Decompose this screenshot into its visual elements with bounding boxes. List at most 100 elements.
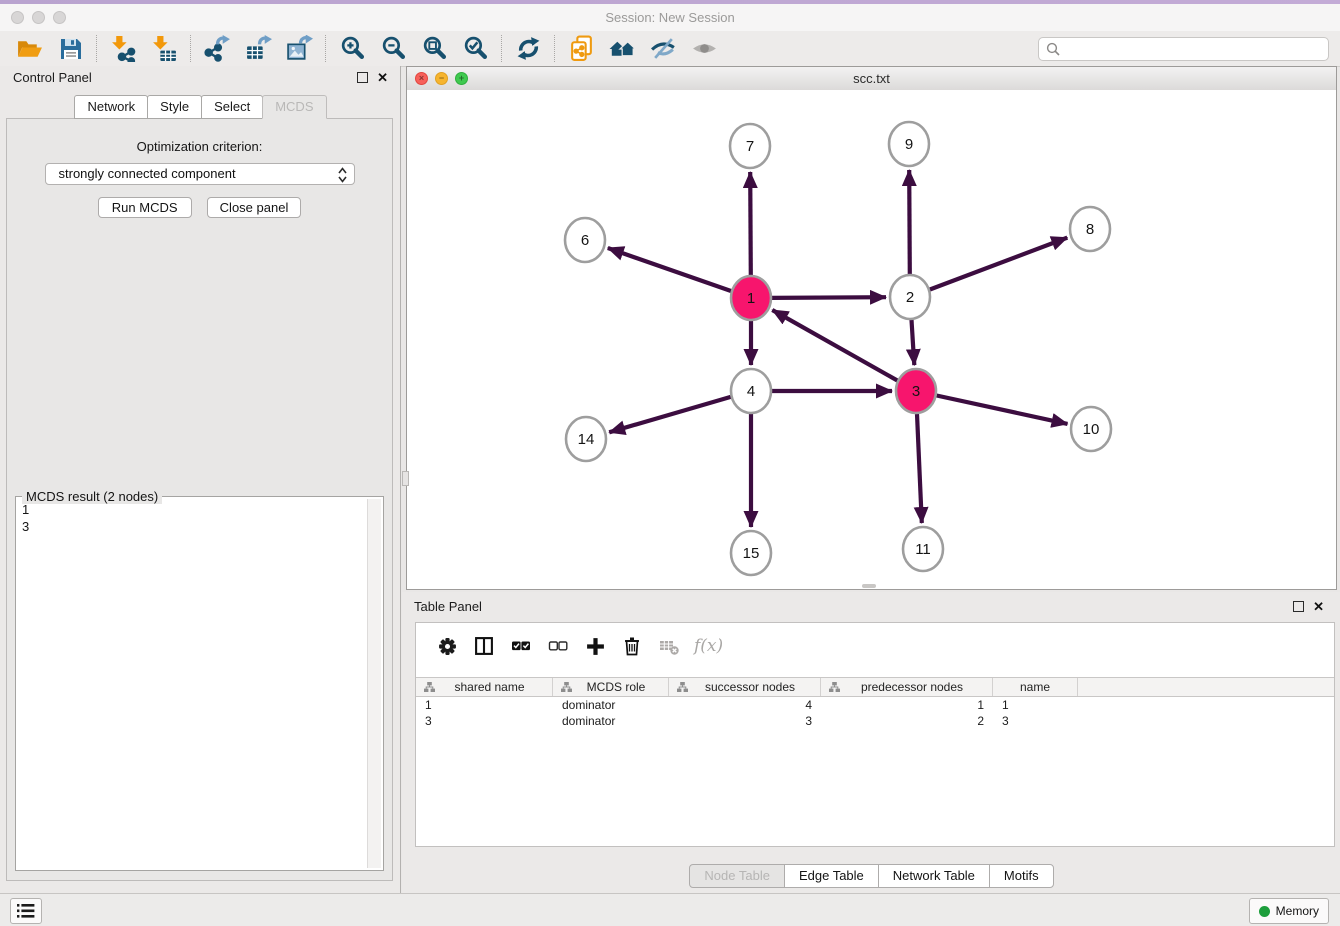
graph-edge-3-1[interactable] (772, 310, 897, 381)
window-resize-grip[interactable] (862, 584, 876, 588)
import-table-button[interactable] (151, 35, 178, 62)
graph-node-15[interactable]: 15 (731, 531, 771, 575)
close-panel-button[interactable]: Close panel (207, 197, 302, 218)
window-title: Session: New Session (0, 4, 1340, 31)
select-all-columns-button[interactable] (509, 634, 533, 658)
table-cell[interactable]: dominator (553, 697, 669, 713)
optimization-criterion-select[interactable]: strongly connected component (45, 163, 355, 185)
graph-edge-3-10[interactable] (937, 396, 1068, 424)
tab-style[interactable]: Style (147, 95, 202, 119)
graph-node-11[interactable]: 11 (903, 527, 943, 571)
show-column-panel-button[interactable] (472, 634, 496, 658)
result-line: 3 (22, 518, 367, 535)
graph-node-8[interactable]: 8 (1070, 207, 1110, 251)
run-mcds-button[interactable]: Run MCDS (98, 197, 192, 218)
export-table-button[interactable] (245, 35, 272, 62)
unchecked-boxes-icon (548, 636, 568, 656)
import-network-button[interactable] (110, 35, 137, 62)
deselect-all-columns-button[interactable] (546, 634, 570, 658)
tab-motifs[interactable]: Motifs (989, 864, 1054, 888)
tab-edge-table[interactable]: Edge Table (784, 864, 879, 888)
zoom-fit-button[interactable] (421, 35, 448, 62)
graph-edge-1-7[interactable] (750, 172, 751, 275)
open-session-button[interactable] (16, 35, 43, 62)
graph-edge-1-2[interactable] (772, 297, 886, 298)
memory-button[interactable]: Memory (1249, 898, 1329, 924)
table-header-row: shared nameMCDS rolesuccessor nodesprede… (416, 677, 1334, 697)
graph-node-6[interactable]: 6 (565, 218, 605, 262)
splitter-handle[interactable] (402, 471, 409, 486)
mcds-result-scrollbar[interactable] (367, 499, 381, 868)
minimize-window-button[interactable] (32, 11, 45, 24)
toolbar-separator (96, 35, 98, 62)
zoom-out-button[interactable] (380, 35, 407, 62)
graph-node-1[interactable]: 1 (731, 276, 771, 320)
table-row[interactable]: 1dominator411 (416, 697, 1334, 713)
table-cell[interactable]: 3 (669, 713, 821, 729)
graph-edge-2-3[interactable] (912, 320, 915, 365)
graph-node-2[interactable]: 2 (890, 275, 930, 319)
graph-edge-2-9[interactable] (909, 170, 910, 274)
graph-node-4[interactable]: 4 (731, 369, 771, 413)
table-cell[interactable]: dominator (553, 713, 669, 729)
zoom-in-icon (339, 35, 366, 62)
float-panel-icon[interactable] (357, 72, 368, 83)
column-header-successor-nodes[interactable]: successor nodes (669, 678, 821, 696)
graph-node-10[interactable]: 10 (1071, 407, 1111, 451)
table-row[interactable]: 3dominator323 (416, 713, 1334, 729)
graph-edge-3-11[interactable] (917, 414, 922, 523)
network-canvas[interactable]: 7 9 6 8 1 2 4 3 14 10 15 11 (407, 90, 1336, 589)
zoom-in-button[interactable] (339, 35, 366, 62)
table-cell[interactable]: 2 (821, 713, 993, 729)
tab-mcds[interactable]: MCDS (262, 95, 326, 119)
network-graph[interactable]: 7 9 6 8 1 2 4 3 14 10 15 11 (407, 90, 1336, 588)
tab-network-table[interactable]: Network Table (878, 864, 990, 888)
table-cell[interactable]: 3 (416, 713, 553, 729)
delete-columns-button[interactable] (620, 634, 644, 658)
graph-edge-1-6[interactable] (608, 248, 731, 291)
zoom-selected-button[interactable] (462, 35, 489, 62)
close-window-button[interactable] (11, 11, 24, 24)
table-cell[interactable]: 1 (821, 697, 993, 713)
column-header-mcds-role[interactable]: MCDS role (553, 678, 669, 696)
hide-graphics-details-button[interactable] (650, 35, 677, 62)
function-builder-button[interactable]: f(x) (694, 634, 723, 658)
delete-table-button[interactable] (657, 634, 681, 658)
column-header-name[interactable]: name (993, 678, 1078, 696)
graph-node-3[interactable]: 3 (896, 369, 936, 413)
tab-select[interactable]: Select (201, 95, 263, 119)
graph-edge-2-8[interactable] (930, 238, 1067, 290)
create-column-button[interactable] (583, 634, 607, 658)
search-input[interactable] (1065, 39, 1324, 59)
tab-node-table[interactable]: Node Table (689, 864, 785, 888)
table-cell[interactable]: 1 (993, 697, 1078, 713)
tab-network[interactable]: Network (74, 95, 148, 119)
graph-edge-4-14[interactable] (609, 397, 731, 432)
graph-node-7[interactable]: 7 (730, 124, 770, 168)
export-image-button[interactable] (286, 35, 313, 62)
home-view-button[interactable] (609, 35, 636, 62)
table-cell[interactable]: 1 (416, 697, 553, 713)
refresh-icon (515, 35, 542, 62)
float-panel-icon[interactable] (1293, 601, 1304, 612)
table-settings-button[interactable] (435, 634, 459, 658)
graph-node-14[interactable]: 14 (566, 417, 606, 461)
close-panel-icon[interactable]: ✕ (1313, 602, 1324, 611)
table-cell[interactable]: 4 (669, 697, 821, 713)
close-network-button[interactable]: × (415, 72, 428, 85)
minimize-network-button[interactable]: − (435, 72, 448, 85)
graph-node-9[interactable]: 9 (889, 122, 929, 166)
export-network-button[interactable] (204, 35, 231, 62)
task-history-button[interactable] (10, 898, 42, 924)
table-panel: Table Panel ✕ (402, 592, 1340, 894)
close-panel-icon[interactable]: ✕ (377, 73, 388, 82)
column-header-shared-name[interactable]: shared name (416, 678, 553, 696)
maximize-network-button[interactable]: + (455, 72, 468, 85)
show-graphics-details-button[interactable] (691, 35, 718, 62)
column-header-predecessor-nodes[interactable]: predecessor nodes (821, 678, 993, 696)
refresh-view-button[interactable] (515, 35, 542, 62)
save-session-button[interactable] (57, 35, 84, 62)
table-cell[interactable]: 3 (993, 713, 1078, 729)
clone-network-button[interactable] (568, 35, 595, 62)
zoom-window-button[interactable] (53, 11, 66, 24)
